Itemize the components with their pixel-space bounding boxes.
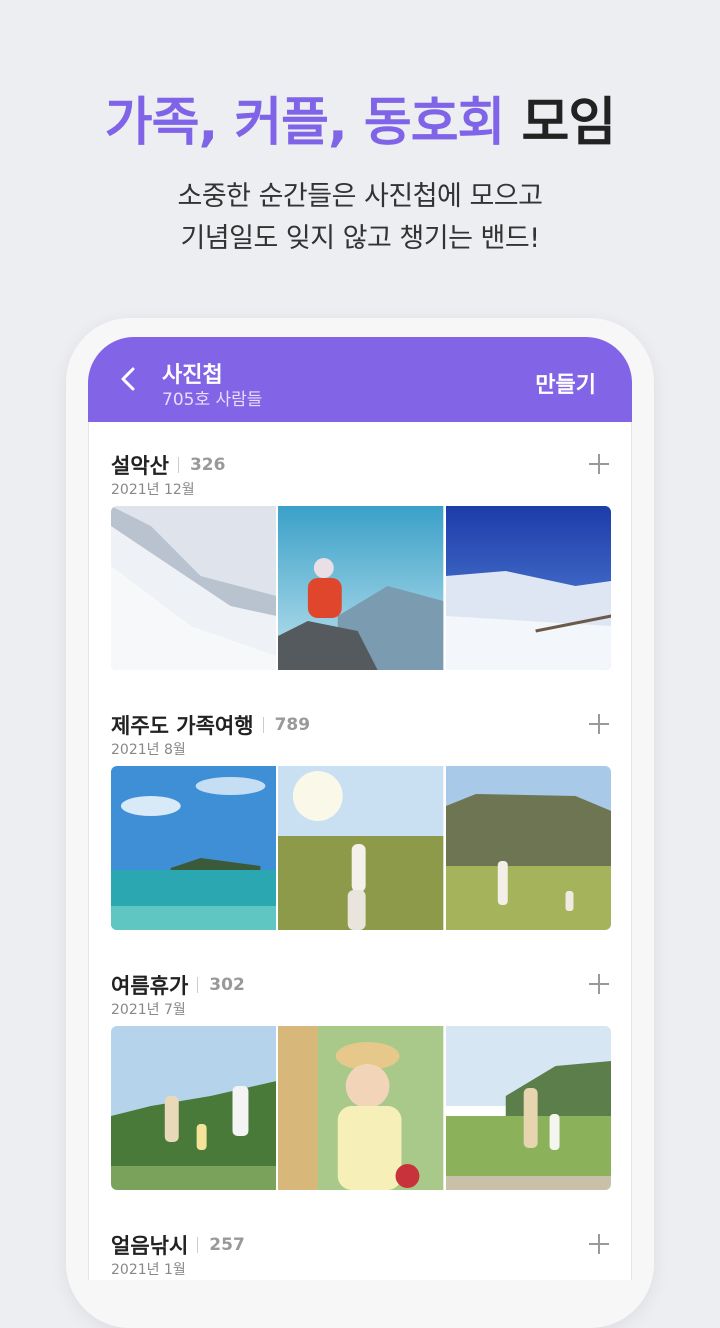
album-title[interactable]: 설악산 326	[111, 450, 225, 480]
hero-subtitle-line1: 소중한 순간들은 사진첩에 모으고	[177, 181, 543, 212]
divider	[197, 977, 199, 993]
album-name: 여름휴가	[111, 974, 189, 998]
album-count: 257	[209, 1235, 245, 1255]
divider	[262, 717, 264, 733]
add-photo-button[interactable]	[587, 452, 611, 476]
hero-title-accent: 가족, 커플, 동호회	[104, 93, 506, 153]
photo-strip	[111, 506, 611, 670]
create-button[interactable]: 만들기	[535, 367, 596, 399]
album-title[interactable]: 얼음낚시 257	[111, 1230, 245, 1260]
photo-thumbnail[interactable]	[278, 766, 444, 930]
photo-thumbnail[interactable]	[111, 506, 277, 670]
photo-thumbnail[interactable]	[111, 766, 277, 930]
photo-strip	[111, 766, 611, 930]
plus-icon	[589, 714, 609, 734]
album-date: 2021년 7월	[111, 1002, 186, 1018]
photo-strip	[111, 1026, 611, 1190]
album-title[interactable]: 여름휴가 302	[111, 970, 245, 1000]
album-name: 얼음낚시	[111, 1234, 189, 1258]
photo-thumbnail[interactable]	[445, 506, 611, 670]
app-bar-subtitle: 705호 사람들	[162, 390, 263, 410]
album-header: 여름휴가 302 2021년 7월	[111, 942, 611, 1018]
album-date: 2021년 1월	[111, 1262, 186, 1278]
album-title[interactable]: 제주도 가족여행 789	[111, 710, 310, 740]
photo-thumbnail[interactable]	[445, 766, 611, 930]
phone-screen: 사진첩 705호 사람들 만들기 설악산 326 2021년 12월 제주도 가…	[88, 337, 632, 1280]
add-photo-button[interactable]	[587, 712, 611, 736]
album-date: 2021년 8월	[111, 742, 186, 758]
album-count: 302	[209, 975, 245, 995]
back-button[interactable]	[114, 364, 144, 394]
photo-thumbnail[interactable]	[111, 1026, 277, 1190]
hero-subtitle: 소중한 순간들은 사진첩에 모으고 기념일도 잊지 않고 챙기는 밴드!	[0, 176, 720, 260]
hero-title: 가족, 커플, 동호회 모임	[0, 88, 720, 158]
album-header: 설악산 326 2021년 12월	[111, 422, 611, 498]
hero-subtitle-line2: 기념일도 잊지 않고 챙기는 밴드!	[180, 223, 540, 254]
album-list: 설악산 326 2021년 12월 제주도 가족여행 789 2021년 8월 …	[88, 422, 632, 1280]
album-name: 제주도 가족여행	[111, 714, 254, 738]
album-header: 얼음낚시 257 2021년 1월	[111, 1202, 611, 1278]
chevron-left-icon	[121, 367, 135, 391]
plus-icon	[589, 1234, 609, 1254]
album-header: 제주도 가족여행 789 2021년 8월	[111, 682, 611, 758]
photo-thumbnail[interactable]	[445, 1026, 611, 1190]
album-count: 789	[274, 715, 311, 735]
plus-icon	[589, 454, 609, 474]
photo-thumbnail[interactable]	[278, 506, 444, 670]
album-count: 326	[189, 455, 226, 475]
album-name: 설악산	[111, 454, 169, 478]
divider	[197, 1237, 199, 1253]
app-bar: 사진첩 705호 사람들 만들기	[88, 337, 632, 422]
plus-icon	[589, 974, 609, 994]
photo-thumbnail[interactable]	[278, 1026, 444, 1190]
divider	[177, 457, 179, 473]
add-photo-button[interactable]	[587, 972, 611, 996]
album-date: 2021년 12월	[111, 482, 195, 498]
add-photo-button[interactable]	[587, 1232, 611, 1256]
hero-title-rest: 모임	[521, 93, 617, 153]
